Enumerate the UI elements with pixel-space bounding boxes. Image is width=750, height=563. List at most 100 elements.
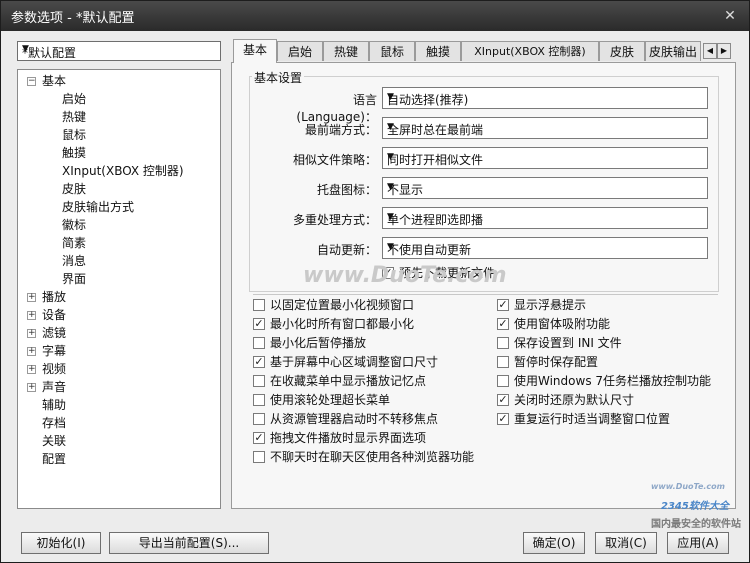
chevron-left-icon[interactable]: ◀ — [703, 43, 717, 59]
topmost-label: 最前端方式： — [304, 123, 377, 137]
checkbox-icon — [253, 337, 265, 349]
checkbox-checked-icon: ✓ — [497, 412, 509, 425]
divider — [253, 294, 718, 295]
expand-icon[interactable]: + — [27, 365, 36, 374]
similar-file-select[interactable]: 同时打开相似文件 ▼ — [382, 147, 708, 169]
collapse-icon[interactable]: − — [27, 77, 36, 86]
tree-item-touch[interactable]: 触摸 — [62, 145, 86, 161]
group-title: 基本设置 — [252, 69, 305, 86]
checkbox-icon — [497, 375, 509, 387]
option-label: 显示浮悬提示 — [514, 298, 587, 312]
language-select[interactable]: 自动选择(推荐) ▼ — [382, 87, 708, 109]
tree-item-device[interactable]: 设备 — [42, 307, 66, 323]
auto-update-label: 自动更新： — [316, 243, 377, 257]
similar-file-label: 相似文件策略： — [292, 153, 377, 167]
tab-startup[interactable]: 启始 — [277, 41, 323, 61]
checkbox-icon — [253, 375, 265, 387]
tree-item-assist[interactable]: 辅助 — [42, 397, 66, 413]
topmost-select[interactable]: 全屏时总在最前端 ▼ — [382, 117, 708, 139]
tree-item-config[interactable]: 配置 — [42, 451, 66, 467]
tree-item-mouse[interactable]: 鼠标 — [62, 127, 86, 143]
option-label: 关闭时还原为默认尺寸 — [514, 393, 635, 407]
tab-skin[interactable]: 皮肤 — [599, 41, 645, 61]
option-label: 使用Windows 7任务栏播放控制功能 — [514, 374, 712, 388]
tree-item-playback[interactable]: 播放 — [42, 289, 66, 305]
tab-skin-output[interactable]: 皮肤输出 — [645, 41, 701, 61]
option-label: 基于屏幕中心区域调整窗口尺寸 — [270, 355, 439, 369]
tab-basic[interactable]: 基本 — [233, 39, 277, 63]
apply-button[interactable]: 应用(A) — [667, 532, 729, 554]
option-label: 暂停时保存配置 — [514, 355, 599, 369]
checkbox-checked-icon: ✓ — [497, 393, 509, 406]
tab-xinput[interactable]: XInput(XBOX 控制器) — [461, 41, 599, 61]
option-label: 使用滚轮处理超长菜单 — [270, 393, 391, 407]
checkbox-checked-icon: ✓ — [253, 431, 265, 444]
tree-item-xinput[interactable]: XInput(XBOX 控制器) — [62, 163, 184, 179]
export-config-button[interactable]: 导出当前配置(S)... — [109, 532, 269, 554]
chevron-right-icon[interactable]: ▶ — [717, 43, 731, 59]
profile-select[interactable]: *默认配置 ▼ — [17, 41, 221, 61]
tree-item-message[interactable]: 消息 — [62, 253, 86, 269]
option-label: 以固定位置最小化视频窗口 — [270, 298, 415, 312]
tab-touch[interactable]: 触摸 — [415, 41, 461, 61]
expand-icon[interactable]: + — [27, 311, 36, 320]
tree-item-skin[interactable]: 皮肤 — [62, 181, 86, 197]
chevron-down-icon: ▼ — [387, 122, 394, 132]
tab-hotkeys[interactable]: 热键 — [323, 41, 369, 61]
expand-icon[interactable]: + — [27, 329, 36, 338]
chevron-down-icon: ▼ — [387, 212, 394, 222]
close-icon[interactable]: ✕ — [721, 7, 739, 25]
auto-update-select[interactable]: 不使用自动更新 ▼ — [382, 237, 708, 259]
tab-strip: 基本 启始 热键 鼠标 触摸 XInput(XBOX 控制器) 皮肤 皮肤输出 … — [231, 39, 736, 63]
tray-icon-label: 托盘图标： — [316, 183, 377, 197]
tree-item-logo[interactable]: 徽标 — [62, 217, 86, 233]
ok-button[interactable]: 确定(O) — [523, 532, 585, 554]
window-title: 参数选项 - *默认配置 — [11, 11, 135, 26]
tree-item-audio[interactable]: 声音 — [42, 379, 66, 395]
watermark-text: www.DuoTe.com — [303, 263, 507, 288]
checkbox-icon — [497, 356, 509, 368]
tree-item-basic[interactable]: 基本 — [42, 73, 66, 89]
checkbox-checked-icon: ✓ — [253, 317, 265, 330]
option-label: 在收藏菜单中显示播放记忆点 — [270, 374, 427, 388]
tree-item-archive[interactable]: 存档 — [42, 415, 66, 431]
option-label: 不聊天时在聊天区使用各种浏览器功能 — [270, 450, 475, 464]
tree-item-simple[interactable]: 简素 — [62, 235, 86, 251]
option-label: 重复运行时适当调整窗口位置 — [514, 412, 671, 426]
checkbox-checked-icon: ✓ — [497, 298, 509, 311]
tree-item-interface[interactable]: 界面 — [62, 271, 86, 287]
option-label: 拖拽文件播放时显示界面选项 — [270, 431, 427, 445]
category-tree[interactable]: − 基本 启始 热键 鼠标 触摸 XInput(XBOX 控制器) 皮肤 皮肤输… — [17, 69, 221, 509]
tree-item-association[interactable]: 关联 — [42, 433, 66, 449]
checkbox-icon — [253, 413, 265, 425]
checkbox-icon — [253, 299, 265, 311]
checkbox-icon — [253, 394, 265, 406]
tree-item-startup[interactable]: 启始 — [62, 91, 86, 107]
cancel-button[interactable]: 取消(C) — [595, 532, 657, 554]
init-button[interactable]: 初始化(I) — [21, 532, 101, 554]
tree-item-filter[interactable]: 滤镜 — [42, 325, 66, 341]
option-label: 使用窗体吸附功能 — [514, 317, 611, 331]
tray-icon-select[interactable]: 不显示 ▼ — [382, 177, 708, 199]
multi-process-select[interactable]: 单个进程即选即播 ▼ — [382, 207, 708, 229]
chevron-down-icon: ▼ — [387, 152, 394, 162]
option-label: 从资源管理器启动时不转移焦点 — [270, 412, 439, 426]
expand-icon[interactable]: + — [27, 383, 36, 392]
tree-item-video[interactable]: 视频 — [42, 361, 66, 377]
chevron-down-icon: ▼ — [387, 92, 394, 102]
tree-item-hotkeys[interactable]: 热键 — [62, 109, 86, 125]
title-bar[interactable]: 参数选项 - *默认配置 ✕ — [1, 1, 749, 31]
expand-icon[interactable]: + — [27, 293, 36, 302]
watermark-text: www.DuoTe.com — [651, 482, 725, 491]
tree-item-skin-output[interactable]: 皮肤输出方式 — [62, 199, 134, 215]
checkbox-icon — [497, 337, 509, 349]
watermark-text: 国内最安全的软件站 — [651, 519, 741, 530]
watermark-logo: 2345软件大全 — [661, 501, 729, 512]
expand-icon[interactable]: + — [27, 347, 36, 356]
preferences-window: 参数选项 - *默认配置 ✕ *默认配置 ▼ − 基本 启始 热键 鼠标 触摸 … — [0, 0, 750, 563]
option-label: 保存设置到 INI 文件 — [514, 336, 622, 350]
option-label: 最小化时所有窗口都最小化 — [270, 317, 415, 331]
tree-item-subtitle[interactable]: 字幕 — [42, 343, 66, 359]
tab-mouse[interactable]: 鼠标 — [369, 41, 415, 61]
checkbox-checked-icon: ✓ — [497, 317, 509, 330]
